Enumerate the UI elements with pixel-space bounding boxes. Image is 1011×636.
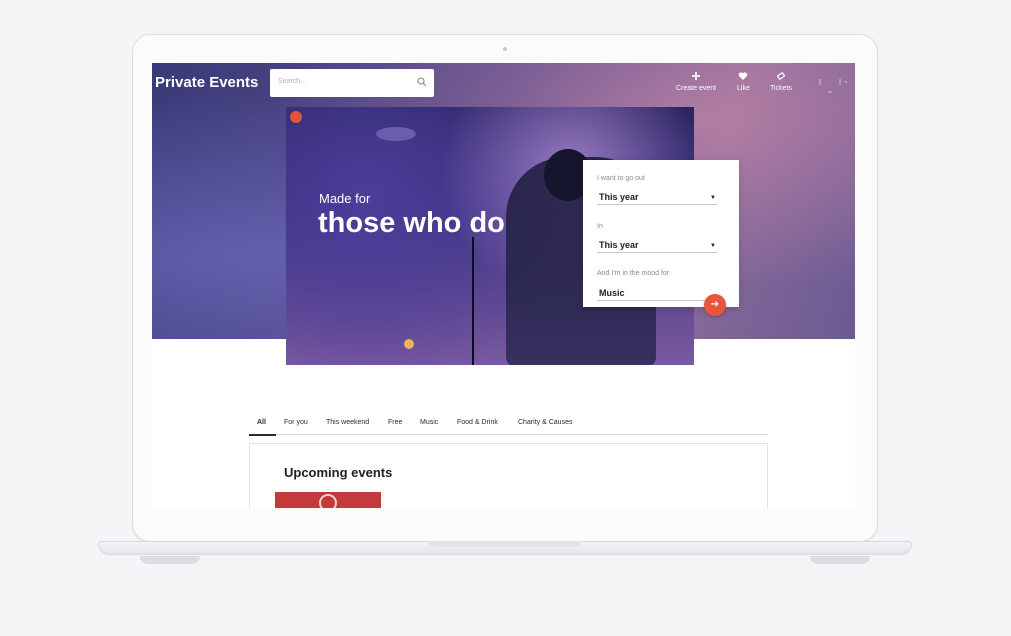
tab-for-you[interactable]: For you	[284, 419, 308, 426]
create-event-button[interactable]: Create event	[676, 71, 716, 92]
tab-all[interactable]: All	[257, 419, 266, 426]
heart-icon	[739, 72, 748, 80]
create-event-label: Create event	[676, 85, 717, 92]
laptop-mockup: Private Events Search... Create event Li…	[0, 0, 1011, 636]
event-logo-icon	[319, 494, 337, 508]
ticket-icon	[776, 72, 785, 80]
where-select[interactable]: This year	[599, 240, 639, 250]
submit-search-button[interactable]: ➔	[704, 294, 726, 316]
filter-panel: I want to go out This year ▼ In This yea…	[583, 160, 739, 307]
search-icon[interactable]	[416, 76, 428, 88]
chevron-down-icon[interactable]: ▼	[710, 195, 716, 201]
tab-this-weekend[interactable]: This weekend	[326, 419, 369, 426]
hero-subtitle: Made for	[319, 191, 371, 206]
tab-food-drink[interactable]: Food & Drink	[457, 419, 498, 426]
tickets-button[interactable]: Tickets	[770, 71, 792, 92]
when-label: I want to go out	[597, 175, 645, 182]
like-label: Like	[737, 85, 750, 92]
category-tabs: All For you This weekend Free Music Food…	[249, 415, 768, 436]
plus-icon	[692, 72, 701, 80]
laptop-foot	[140, 556, 200, 564]
brand-logo[interactable]: Private Events	[155, 74, 258, 91]
tab-music[interactable]: Music	[420, 419, 438, 426]
like-button[interactable]: Like	[737, 71, 750, 92]
field-underline	[597, 252, 717, 253]
tab-charity-causes[interactable]: Charity & Causes	[518, 419, 572, 426]
browser-screen: Private Events Search... Create event Li…	[152, 63, 855, 508]
laptop-notch	[428, 541, 582, 547]
tickets-label: Tickets	[770, 85, 792, 92]
stage-light	[290, 111, 302, 123]
chevron-down-icon[interactable]: ▼	[710, 243, 716, 249]
upcoming-events-title: Upcoming events	[284, 465, 393, 480]
mic-stand	[472, 237, 474, 365]
tab-free[interactable]: Free	[388, 419, 402, 426]
mood-select[interactable]: Music	[599, 288, 625, 298]
search-placeholder: Search...	[278, 78, 307, 85]
camera-icon	[503, 47, 507, 51]
upcoming-events-section: Upcoming events	[249, 443, 768, 508]
field-underline	[597, 204, 717, 205]
hero-title: those who do	[318, 207, 505, 239]
search-input[interactable]: Search...	[270, 69, 434, 97]
when-select[interactable]: This year	[599, 192, 639, 202]
stage-light	[404, 339, 414, 349]
mood-label: And I'm in the mood for	[597, 270, 670, 277]
user-menu-icon[interactable]	[818, 77, 848, 93]
laptop-foot	[810, 556, 870, 564]
event-thumbnail[interactable]	[275, 492, 381, 508]
active-tab-indicator	[249, 434, 276, 436]
where-label: In	[597, 223, 603, 230]
arrow-right-icon: ➔	[710, 299, 720, 310]
field-underline	[597, 300, 717, 301]
stage-light	[376, 127, 416, 141]
